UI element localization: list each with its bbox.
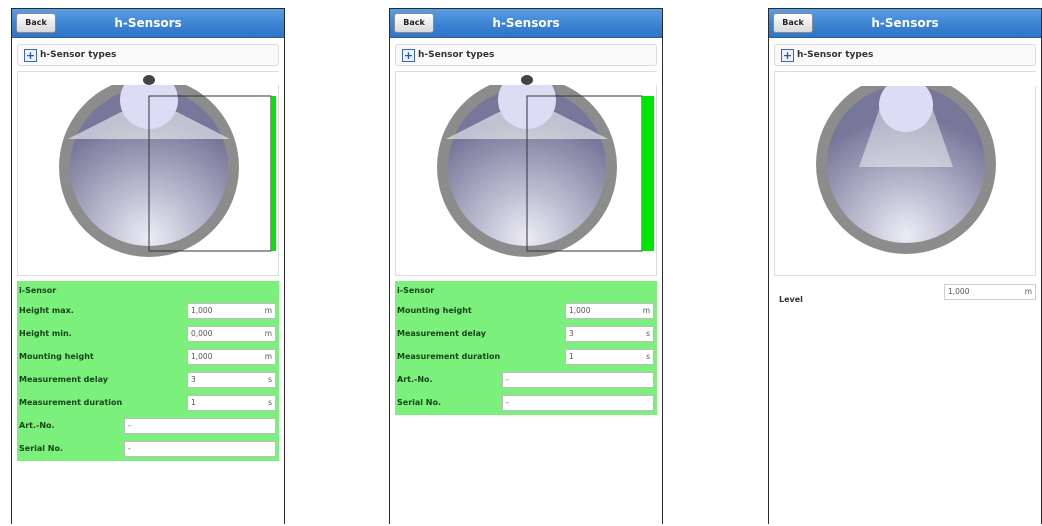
field-label: Measurement duration (397, 352, 501, 361)
accordion-label: h-Sensor types (418, 50, 495, 60)
serial-no-input[interactable]: - (124, 441, 276, 457)
level-value: 1,000 (948, 287, 970, 296)
row-height-min: Height min. 0,000 m (17, 324, 279, 344)
field-label: Measurement delay (19, 375, 108, 384)
height-max-input[interactable]: 1,000 m (187, 303, 276, 319)
row-serial-no: Serial No. - (17, 439, 279, 459)
row-height-max: Height max. 1,000 m (17, 301, 279, 321)
field-value: - (506, 398, 509, 407)
row-mounting-height: Mounting height 1,000 m (395, 301, 657, 321)
measurement-duration-input[interactable]: 1 s (187, 395, 276, 411)
header-bar: Back h-Sensors (769, 9, 1041, 38)
mounting-height-input[interactable]: 1,000 m (565, 303, 654, 319)
row-mounting-height: Mounting height 1,000 m (17, 347, 279, 367)
row-measurement-delay: Measurement delay 3 s (17, 370, 279, 390)
field-value: 0,000 (191, 329, 213, 338)
height-min-input[interactable]: 0,000 m (187, 326, 276, 342)
accordion-label: h-Sensor types (797, 50, 874, 60)
page-title: h-Sensors (114, 16, 182, 30)
field-value: 1,000 (191, 352, 213, 361)
accordion-label: h-Sensor types (40, 50, 117, 60)
field-value: - (128, 444, 131, 453)
range-bar (642, 96, 654, 251)
level-unit: m (1024, 287, 1032, 296)
pipe-visualization (774, 71, 1037, 276)
pipe-visualization (17, 71, 280, 276)
sensor-panel: i-Sensor Mounting height 1,000 m Measure… (395, 281, 657, 415)
field-label: Serial No. (19, 444, 64, 453)
field-label: Art.-No. (397, 375, 433, 384)
row-measurement-duration: Measurement duration 1 s (17, 393, 279, 413)
field-label: Art.-No. (19, 421, 55, 430)
panel-heading: i-Sensor (19, 286, 57, 295)
row-measurement-delay: Measurement delay 3 s (395, 324, 657, 344)
field-unit: s (268, 398, 272, 407)
pipe-visualization (395, 71, 658, 276)
field-unit: m (642, 306, 650, 315)
sensor-types-accordion[interactable]: + h-Sensor types (774, 44, 1036, 66)
field-value: - (506, 375, 509, 384)
screen-2: Back h-Sensors + h-Sensor types i-Sensor (389, 8, 663, 524)
measurement-delay-input[interactable]: 3 s (187, 372, 276, 388)
expand-plus-icon[interactable]: + (781, 49, 794, 62)
field-value: - (128, 421, 131, 430)
field-label: Mounting height (397, 306, 472, 315)
field-value: 1,000 (569, 306, 591, 315)
serial-no-input[interactable]: - (502, 395, 654, 411)
panel-heading: i-Sensor (397, 286, 435, 295)
expand-plus-icon[interactable]: + (24, 49, 37, 62)
row-measurement-duration: Measurement duration 1 s (395, 347, 657, 367)
field-label: Measurement delay (397, 329, 486, 338)
field-unit: s (268, 375, 272, 384)
field-value: 1 (569, 352, 574, 361)
field-label: Height min. (19, 329, 72, 338)
field-unit: m (264, 329, 272, 338)
art-no-input[interactable]: - (502, 372, 654, 388)
field-unit: s (646, 352, 650, 361)
sensor-head-icon (879, 78, 933, 132)
measurement-duration-input[interactable]: 1 s (565, 349, 654, 365)
field-value: 3 (569, 329, 574, 338)
level-input[interactable]: 1,000 m (944, 284, 1036, 300)
row-art-no: Art.-No. - (17, 416, 279, 436)
mounting-height-input[interactable]: 1,000 m (187, 349, 276, 365)
sensor-types-accordion[interactable]: + h-Sensor types (395, 44, 657, 66)
level-label: Level (779, 295, 803, 304)
row-serial-no: Serial No. - (395, 393, 657, 413)
field-unit: m (264, 306, 272, 315)
field-value: 3 (191, 375, 196, 384)
screen-3: Back h-Sensors + h-Sensor types Level 1,… (768, 8, 1042, 524)
screen-1: Back h-Sensors + h-Sensor types i-Sensor… (11, 8, 285, 524)
field-label: Measurement duration (19, 398, 123, 407)
page-title: h-Sensors (492, 16, 560, 30)
field-value: 1 (191, 398, 196, 407)
sensor-types-accordion[interactable]: + h-Sensor types (17, 44, 279, 66)
field-unit: s (646, 329, 650, 338)
sensor-panel: i-Sensor Height max. 1,000 m Height min.… (17, 281, 279, 461)
header-bar: Back h-Sensors (390, 9, 662, 38)
field-label: Mounting height (19, 352, 94, 361)
field-unit: m (264, 352, 272, 361)
field-value: 1,000 (191, 306, 213, 315)
field-label: Height max. (19, 306, 74, 315)
field-label: Serial No. (397, 398, 442, 407)
sensor-cap-icon (521, 75, 533, 85)
row-art-no: Art.-No. - (395, 370, 657, 390)
art-no-input[interactable]: - (124, 418, 276, 434)
header-bar: Back h-Sensors (12, 9, 284, 38)
measurement-delay-input[interactable]: 3 s (565, 326, 654, 342)
page-title: h-Sensors (871, 16, 939, 30)
range-bar (271, 96, 276, 251)
expand-plus-icon[interactable]: + (402, 49, 415, 62)
